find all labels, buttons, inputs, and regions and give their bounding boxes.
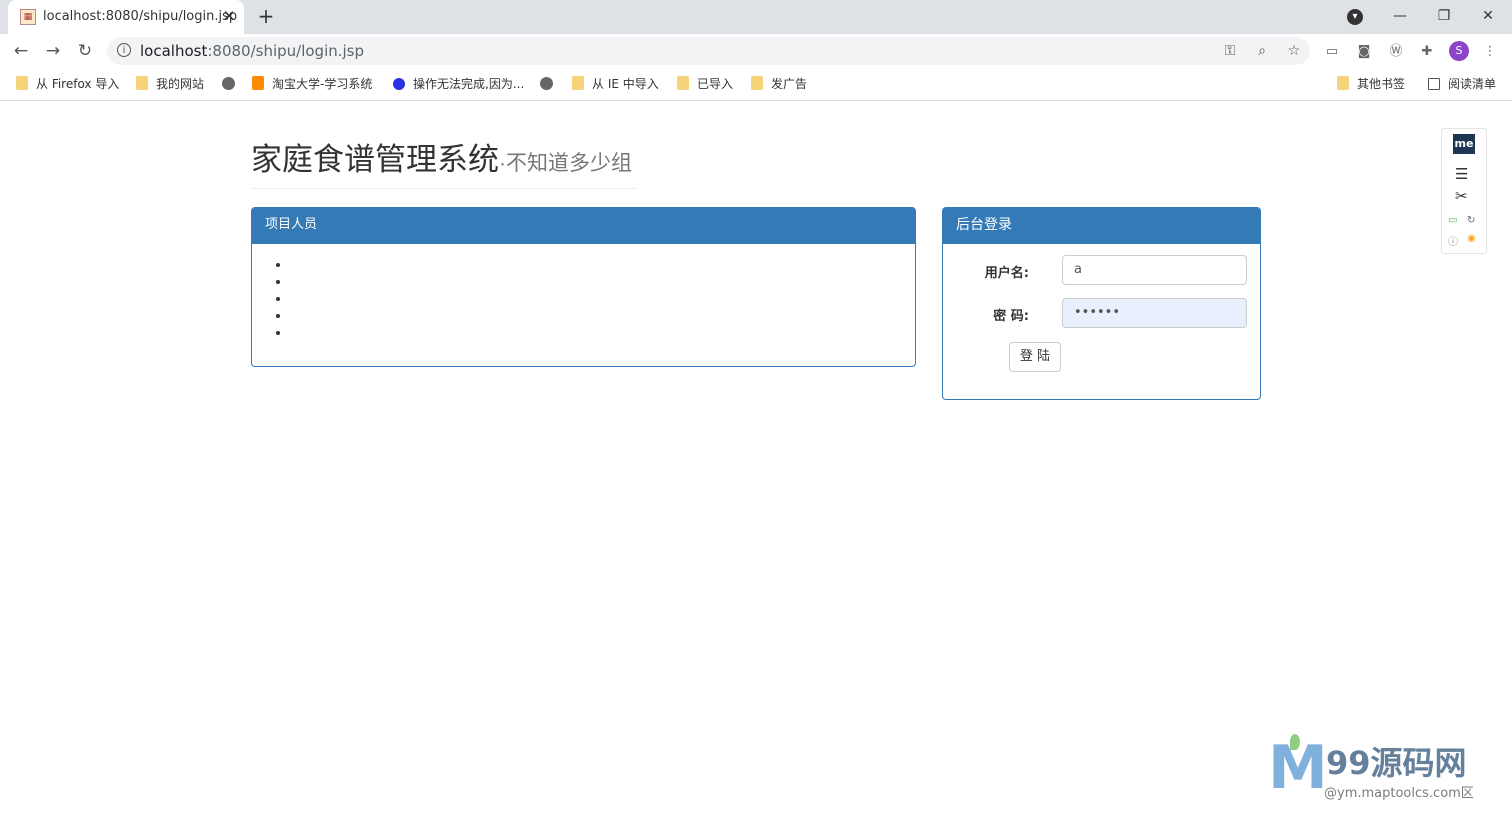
close-window-icon[interactable]: ✕	[1476, 4, 1500, 28]
url-path: :8080/shipu/login.jsp	[207, 42, 365, 60]
bookmark-label: 已导入	[697, 77, 734, 91]
page-title-subtitle: ·不知道多少组	[499, 152, 632, 175]
folder-icon	[136, 76, 148, 90]
bookmark-item[interactable]: 我的网站	[136, 75, 204, 93]
extension-widget: me ☰ ✂ ▭ ↻ ⓘ ◉	[1441, 128, 1487, 254]
tab-search-icon[interactable]: ▾	[1347, 9, 1363, 25]
watermark-brand: 99源码网	[1326, 744, 1467, 782]
bookmark-label: 发广告	[771, 77, 808, 91]
address-bar[interactable]: i localhost:8080/shipu/login.jsp ⚿ ⌕ ☆	[107, 37, 1310, 65]
username-label: 用户名:	[984, 266, 1029, 281]
bookmark-label: 我的网站	[156, 77, 205, 91]
reading-list-icon	[1428, 78, 1440, 90]
browser-toolbar: ← → ↻ i localhost:8080/shipu/login.jsp ⚿…	[0, 34, 1512, 68]
folder-icon	[751, 76, 763, 90]
bookmark-label: 从 IE 中导入	[592, 77, 659, 91]
key-icon[interactable]: ⚿	[1220, 41, 1240, 61]
login-button[interactable]: 登 陆	[1009, 342, 1061, 372]
bookmark-item[interactable]	[540, 75, 561, 93]
bookmark-label: 操作无法完成,因为...	[413, 77, 525, 91]
bookmark-item[interactable]: 淘宝大学-学习系统	[252, 75, 372, 93]
camera-icon[interactable]: ◙	[1355, 43, 1373, 61]
bookmark-item[interactable]: 其他书签	[1337, 75, 1405, 93]
bookmark-item[interactable]: 操作无法完成,因为...	[393, 75, 524, 93]
members-panel: 项目人员	[251, 207, 916, 367]
title-divider	[251, 188, 637, 189]
bookmark-label: 其他书签	[1357, 77, 1406, 91]
back-icon[interactable]: ←	[10, 40, 32, 62]
menu-dots-icon[interactable]: ⋮	[1481, 43, 1499, 61]
password-label: 密 码:	[993, 309, 1029, 324]
browser-tab[interactable]: ▦ localhost:8080/shipu/login.jsp ✕	[8, 0, 244, 34]
bookmark-label: 从 Firefox 导入	[36, 77, 120, 91]
refresh-icon[interactable]: ↻	[1467, 215, 1475, 226]
folder-icon	[572, 76, 584, 90]
me-badge-icon[interactable]: me	[1453, 134, 1475, 154]
page-title-main: 家庭食谱管理系统	[251, 142, 499, 177]
bookmark-item[interactable]: 已导入	[677, 75, 733, 93]
bookmark-label: 阅读清单	[1448, 77, 1497, 91]
bookmark-item[interactable]: 从 Firefox 导入	[16, 75, 119, 93]
zoom-icon[interactable]: ⌕	[1252, 41, 1272, 61]
puzzle-icon[interactable]: ✚	[1418, 43, 1436, 61]
login-panel-heading: 后台登录	[943, 208, 1260, 244]
taobao-icon	[252, 76, 264, 90]
page-title: 家庭食谱管理系统·不知道多少组	[251, 134, 632, 179]
eye-icon[interactable]: ◉	[1467, 233, 1476, 244]
baidu-icon	[393, 78, 405, 90]
cast-icon[interactable]: ▭	[1448, 215, 1457, 226]
bookmark-label: 淘宝大学-学习系统	[272, 77, 373, 91]
folder-icon	[16, 76, 28, 90]
page-favicon-icon: ▦	[20, 9, 36, 25]
globe-icon	[540, 77, 553, 90]
tab-bar: ▦ localhost:8080/shipu/login.jsp ✕ + ▾ —…	[0, 0, 1512, 34]
members-panel-heading: 项目人员	[252, 208, 915, 244]
logo-icon: M	[1268, 733, 1328, 803]
profile-avatar[interactable]: S	[1449, 41, 1469, 61]
new-tab-icon[interactable]: +	[256, 6, 276, 26]
url-host: localhost	[140, 42, 208, 60]
username-input[interactable]: a	[1062, 255, 1247, 285]
minimize-icon[interactable]: —	[1388, 4, 1412, 28]
bookmark-item[interactable]: 发广告	[751, 75, 807, 93]
bookmark-item[interactable]: 从 IE 中导入	[572, 75, 659, 93]
bookmark-star-icon[interactable]: ☆	[1284, 41, 1304, 61]
folder-icon	[677, 76, 689, 90]
bookmark-item[interactable]: 阅读清单	[1428, 75, 1496, 93]
close-tab-icon[interactable]: ✕	[220, 7, 238, 25]
extension-monitor-icon[interactable]: ▭	[1323, 43, 1341, 61]
w-extension-icon[interactable]: Ⓦ	[1387, 43, 1405, 61]
globe-icon	[222, 77, 235, 90]
bookmark-item[interactable]	[222, 75, 243, 93]
bookmarks-bar: 从 Firefox 导入 我的网站 淘宝大学-学习系统 操作无法完成,因为...…	[0, 68, 1512, 101]
forward-icon[interactable]: →	[42, 40, 64, 62]
login-panel: 后台登录 用户名: a 密 码: •••••• 登 陆	[942, 207, 1261, 400]
tab-title: localhost:8080/shipu/login.jsp	[43, 9, 238, 24]
watermark: M 99源码网 @ym.maptoolcs.com区	[1268, 734, 1498, 804]
watermark-site: @ym.maptoolcs.com区	[1324, 786, 1474, 801]
reload-icon[interactable]: ↻	[74, 40, 96, 62]
site-info-icon[interactable]: i	[117, 43, 131, 57]
address-url[interactable]: localhost:8080/shipu/login.jsp	[140, 42, 364, 60]
password-input[interactable]: ••••••	[1062, 298, 1247, 328]
folder-icon	[1337, 76, 1349, 90]
hamburger-menu-icon[interactable]: ☰	[1455, 165, 1468, 183]
members-list	[274, 256, 290, 341]
restore-icon[interactable]: ❐	[1432, 4, 1456, 28]
magic-wand-icon[interactable]: ✂	[1455, 187, 1468, 205]
info-icon[interactable]: ⓘ	[1448, 233, 1458, 248]
